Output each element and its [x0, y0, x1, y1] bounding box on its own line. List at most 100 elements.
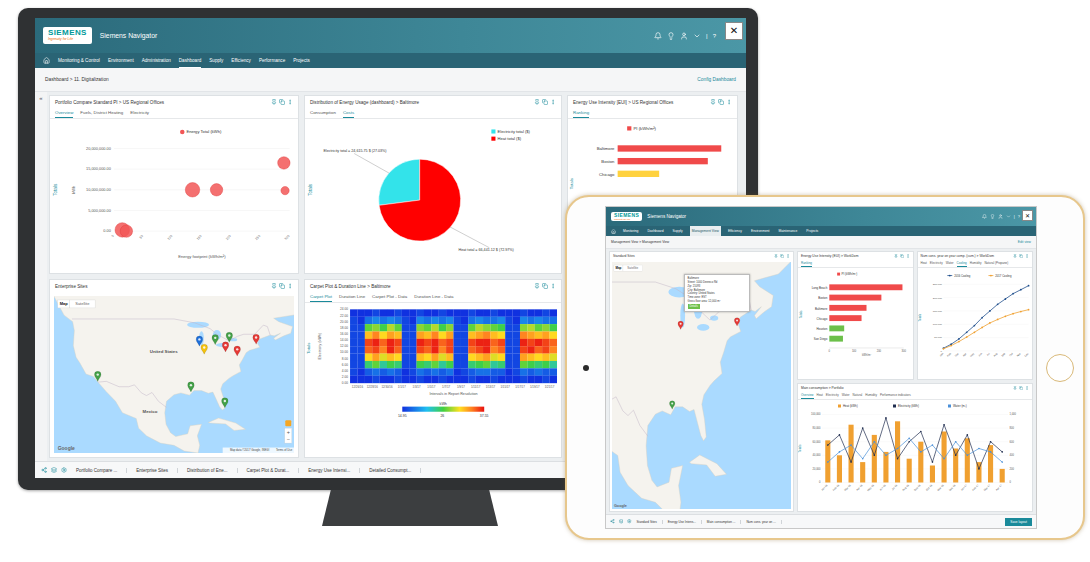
panel-tab[interactable]: Electricity [826, 392, 839, 399]
ranking-bar[interactable]: Long Beach [812, 284, 903, 290]
ranking-bar[interactable]: Houston [816, 325, 844, 331]
map-pin[interactable] [734, 318, 739, 326]
line-point[interactable] [897, 448, 899, 450]
panel-tab[interactable]: Overview [801, 392, 814, 399]
map-pin[interactable] [678, 321, 683, 329]
line-point[interactable] [1001, 461, 1003, 463]
pin-icon[interactable] [774, 254, 778, 258]
user-icon[interactable] [998, 214, 1003, 219]
bar[interactable] [988, 445, 993, 482]
line-point[interactable] [862, 458, 864, 460]
zoom-in-button[interactable]: + [287, 429, 290, 435]
panel-tab[interactable]: Heat [817, 392, 823, 399]
bar[interactable] [837, 455, 842, 482]
line-point[interactable] [942, 347, 944, 349]
line-point[interactable] [1012, 293, 1014, 295]
line-point[interactable] [874, 441, 876, 443]
line-point[interactable] [850, 461, 852, 463]
more-icon[interactable] [786, 254, 790, 258]
nav-item[interactable]: Efficiency [231, 53, 251, 68]
panel-tab[interactable]: Duration Line - Data [414, 292, 453, 302]
pin-icon[interactable] [271, 99, 277, 105]
map-pin[interactable] [222, 342, 229, 352]
map-pin[interactable] [234, 346, 241, 356]
ranking-bar[interactable]: Chicago [817, 315, 862, 321]
taskbar-item[interactable]: Standard Sites [637, 520, 663, 524]
map-canvas[interactable]: United StatesMexicoMapSatelliteGoogleMap… [54, 296, 294, 453]
bar[interactable] [1000, 469, 1005, 483]
chevron-down-icon[interactable] [693, 32, 701, 40]
home-button[interactable] [1046, 354, 1074, 382]
line-point[interactable] [942, 348, 944, 350]
nav-item[interactable]: Projects [804, 226, 820, 236]
pin-icon[interactable] [894, 254, 898, 258]
panel-tab[interactable]: Electricity [930, 260, 943, 267]
nav-item[interactable]: Environment [108, 53, 134, 68]
line-point[interactable] [932, 444, 934, 446]
settings-icon[interactable] [627, 519, 632, 524]
help-button[interactable]: ? [713, 33, 716, 39]
line-point[interactable] [827, 444, 829, 446]
panel-tab[interactable]: Carpet Plot [310, 292, 332, 302]
line-point[interactable] [920, 451, 922, 453]
bar[interactable] [872, 435, 877, 483]
panel-tab[interactable]: Costs [343, 108, 354, 118]
panel-tab[interactable]: Ranking [573, 108, 589, 118]
nav-item[interactable]: Administration [142, 53, 171, 68]
chevron-down-icon[interactable] [1006, 214, 1011, 219]
line-point[interactable] [989, 310, 991, 312]
line-point[interactable] [989, 322, 991, 324]
share-icon[interactable] [41, 467, 47, 473]
more-icon[interactable] [726, 99, 732, 105]
more-icon[interactable] [1025, 254, 1029, 258]
home-button[interactable] [611, 226, 616, 236]
line-point[interactable] [1019, 311, 1021, 313]
map-type-tab[interactable]: Satellite [70, 300, 96, 308]
nav-item[interactable]: Supply [209, 53, 223, 68]
bubble[interactable] [120, 225, 132, 237]
line-point[interactable] [920, 431, 922, 433]
nav-item[interactable]: Projects [293, 53, 310, 68]
map-pin[interactable] [669, 401, 674, 409]
copy-icon[interactable] [780, 254, 784, 258]
bubble[interactable] [278, 157, 290, 169]
panel-tab[interactable]: Water [946, 260, 954, 267]
line-point[interactable] [978, 468, 980, 470]
line-point[interactable] [1027, 309, 1029, 311]
line-point[interactable] [897, 458, 899, 460]
panel-tab[interactable]: Heat [921, 260, 927, 267]
home-button[interactable] [43, 53, 50, 68]
map-type-tab[interactable]: Satellite [623, 265, 643, 271]
line-point[interactable] [965, 331, 967, 333]
edit-view-link[interactable]: Edit view [1018, 240, 1031, 244]
layers-icon[interactable] [51, 467, 57, 473]
line-point[interactable] [965, 336, 967, 338]
copy-icon[interactable] [1019, 254, 1023, 258]
bubble[interactable] [210, 184, 222, 196]
line-point[interactable] [850, 444, 852, 446]
line-point[interactable] [827, 461, 829, 463]
line-point[interactable] [1004, 315, 1006, 317]
line-point[interactable] [1012, 313, 1014, 315]
panel-tab[interactable]: Fuels, District Heating [80, 108, 123, 118]
bar[interactable] [965, 438, 970, 482]
line-point[interactable] [943, 458, 945, 460]
map-pin[interactable] [212, 335, 219, 345]
nav-item[interactable]: Monitoring [621, 226, 640, 236]
line-point[interactable] [958, 341, 960, 343]
user-icon[interactable] [680, 32, 688, 40]
more-icon[interactable] [287, 283, 293, 289]
panel-tab[interactable]: Duration Line [339, 292, 365, 302]
line-point[interactable] [981, 317, 983, 319]
line-point[interactable] [885, 455, 887, 457]
nav-item[interactable]: Monitoring & Control [58, 53, 100, 68]
line-point[interactable] [932, 461, 934, 463]
copy-icon[interactable] [542, 283, 548, 289]
map-pin[interactable] [196, 336, 203, 346]
more-icon[interactable] [550, 99, 556, 105]
pin-icon[interactable] [1013, 386, 1017, 390]
ranking-bar[interactable]: Boston [818, 295, 881, 301]
bar[interactable] [930, 466, 935, 483]
bubble[interactable] [185, 183, 199, 197]
panel-tab[interactable]: Ranking [801, 260, 812, 267]
